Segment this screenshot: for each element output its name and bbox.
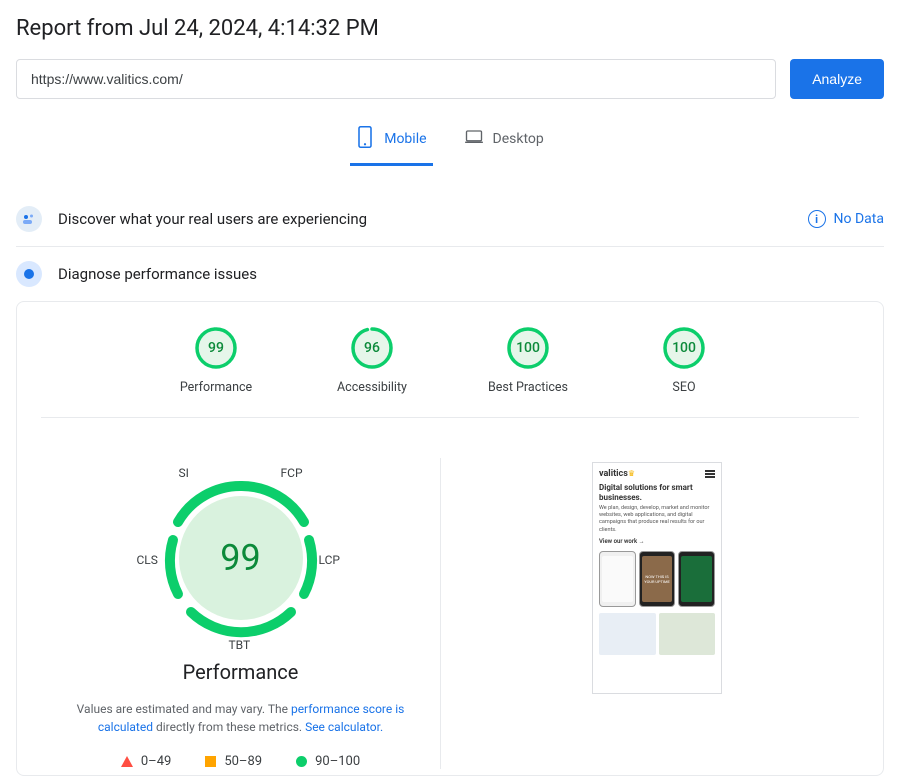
ss-sub: We plan, design, develop, market and mon… bbox=[599, 505, 715, 534]
diagnose-section-header: Diagnose performance issues bbox=[16, 247, 884, 301]
circle-icon bbox=[296, 756, 307, 767]
info-icon: i bbox=[808, 210, 826, 228]
performance-body: 99 FCP SI LCP CLS TBT Performance Values… bbox=[41, 458, 859, 769]
square-icon bbox=[205, 756, 216, 767]
score-legend: 0–49 50–89 90–100 bbox=[121, 754, 360, 769]
big-performance-score: 99 bbox=[141, 458, 341, 658]
performance-left: 99 FCP SI LCP CLS TBT Performance Values… bbox=[41, 458, 441, 769]
page-title: Report from Jul 24, 2024, 4:14:32 PM bbox=[16, 16, 884, 41]
ss-phone bbox=[678, 551, 715, 607]
ss-phone: NOW THIS IS YOUR UPTIME bbox=[639, 551, 676, 607]
big-performance-gauge: 99 FCP SI LCP CLS TBT bbox=[141, 458, 341, 658]
legend-good: 90–100 bbox=[296, 754, 360, 769]
gauge-best-practices-score: 100 bbox=[506, 326, 550, 370]
gauge-accessibility[interactable]: 96 Accessibility bbox=[324, 326, 420, 395]
see-calculator-link[interactable]: See calculator. bbox=[305, 720, 383, 734]
gauge-row: 99 Performance 96 Accessibility 100 Best… bbox=[41, 326, 859, 418]
device-tabs: Mobile Desktop bbox=[16, 117, 884, 166]
metric-lcp-label: LCP bbox=[319, 553, 340, 567]
triangle-icon bbox=[121, 756, 133, 767]
gauge-best-practices[interactable]: 100 Best Practices bbox=[480, 326, 576, 395]
tab-desktop[interactable]: Desktop bbox=[459, 117, 550, 166]
ss-brand: valitics bbox=[599, 469, 628, 479]
page-screenshot: valitics♛ Digital solutions for smart bu… bbox=[592, 462, 722, 694]
tab-mobile[interactable]: Mobile bbox=[350, 117, 432, 166]
mobile-icon bbox=[356, 125, 374, 153]
crux-title: Discover what your real users are experi… bbox=[58, 210, 367, 228]
gauge-seo-label: SEO bbox=[636, 380, 732, 395]
performance-note: Values are estimated and may vary. The p… bbox=[61, 700, 420, 736]
metric-cls-label: CLS bbox=[137, 553, 158, 567]
performance-heading: Performance bbox=[183, 660, 299, 684]
gauge-performance[interactable]: 99 Performance bbox=[168, 326, 264, 395]
ss-cta: View our work → bbox=[599, 538, 715, 545]
gauge-performance-score: 99 bbox=[194, 326, 238, 370]
diagnose-icon bbox=[16, 261, 42, 287]
crown-icon: ♛ bbox=[628, 469, 635, 478]
ss-headline: Digital solutions for smart businesses. bbox=[599, 483, 715, 502]
url-input[interactable] bbox=[16, 59, 776, 99]
performance-right: valitics♛ Digital solutions for smart bu… bbox=[455, 458, 859, 694]
lighthouse-card: 99 Performance 96 Accessibility 100 Best… bbox=[16, 301, 884, 776]
crux-section-header: Discover what your real users are experi… bbox=[16, 192, 884, 246]
users-icon bbox=[16, 206, 42, 232]
legend-mid: 50–89 bbox=[205, 754, 262, 769]
tab-mobile-label: Mobile bbox=[384, 131, 426, 147]
gauge-performance-label: Performance bbox=[168, 380, 264, 395]
gauge-seo-score: 100 bbox=[662, 326, 706, 370]
tab-desktop-label: Desktop bbox=[493, 131, 544, 147]
diagnose-title: Diagnose performance issues bbox=[58, 265, 257, 283]
url-row: Analyze bbox=[16, 59, 884, 99]
ss-tile bbox=[599, 613, 656, 655]
no-data-label: No Data bbox=[834, 211, 884, 227]
ss-phone bbox=[599, 551, 636, 607]
metric-fcp-label: FCP bbox=[281, 466, 303, 480]
analyze-button[interactable]: Analyze bbox=[790, 59, 884, 99]
ss-tile bbox=[659, 613, 716, 655]
gauge-accessibility-label: Accessibility bbox=[324, 380, 420, 395]
legend-bad: 0–49 bbox=[121, 754, 171, 769]
no-data-indicator[interactable]: i No Data bbox=[808, 210, 884, 228]
gauge-best-practices-label: Best Practices bbox=[480, 380, 576, 395]
hamburger-icon bbox=[705, 470, 715, 478]
metric-tbt-label: TBT bbox=[229, 638, 251, 652]
gauge-seo[interactable]: 100 SEO bbox=[636, 326, 732, 395]
metric-si-label: SI bbox=[179, 466, 189, 480]
gauge-accessibility-score: 96 bbox=[350, 326, 394, 370]
desktop-icon bbox=[465, 125, 483, 153]
